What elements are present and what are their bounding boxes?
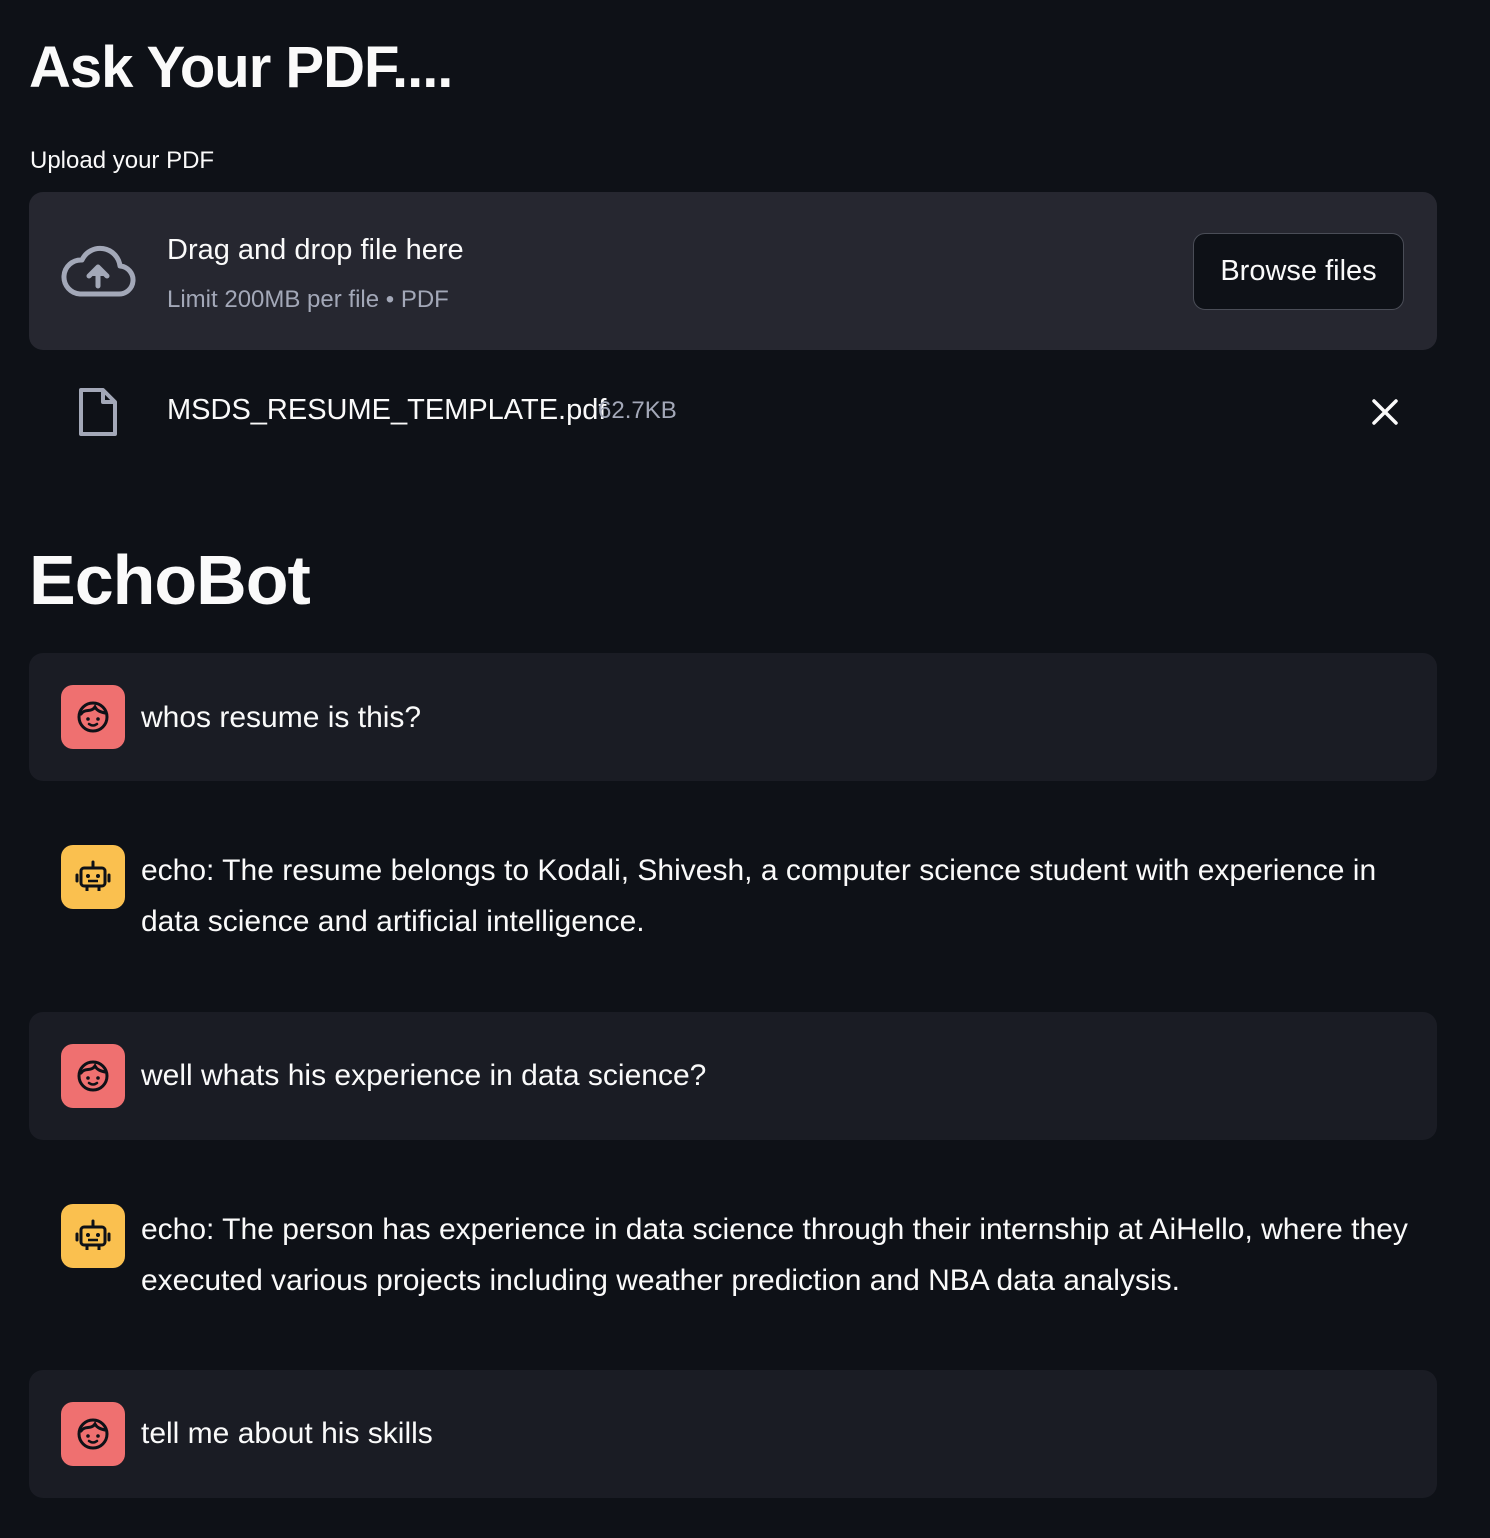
chat-title: EchoBot: [29, 541, 311, 619]
page-title: Ask Your PDF....: [29, 35, 453, 100]
dropzone-limit-text: Limit 200MB per file • PDF: [167, 286, 449, 313]
chat-message-assistant: echo: The person has experience in data …: [29, 1171, 1437, 1341]
bot-avatar: [61, 845, 125, 909]
chat-message-assistant: echo: The resume belongs to Kodali, Shiv…: [29, 812, 1437, 982]
user-avatar: [61, 685, 125, 749]
user-avatar: [61, 1402, 125, 1466]
message-text: echo: The resume belongs to Kodali, Shiv…: [141, 854, 1377, 938]
dropzone-title: Drag and drop file here: [167, 234, 464, 266]
chat-message-user: whos resume is this?: [29, 653, 1437, 781]
close-icon[interactable]: [1365, 392, 1405, 432]
app-page: Ask Your PDF.... Upload your PDF Drag an…: [0, 0, 1490, 1538]
file-icon: [79, 388, 117, 436]
browse-files-button[interactable]: Browse files: [1193, 233, 1404, 310]
robot-icon: [75, 860, 111, 891]
cloud-upload-icon: [61, 245, 136, 297]
upload-label: Upload your PDF: [30, 147, 215, 174]
uploaded-file-name: MSDS_RESUME_TEMPLATE.pdf: [167, 394, 607, 426]
bot-avatar: [61, 1204, 125, 1268]
message-text: tell me about his skills: [141, 1417, 433, 1450]
message-text: echo: The person has experience in data …: [141, 1213, 1408, 1297]
chat-message-user: tell me about his skills: [29, 1370, 1437, 1498]
robot-icon: [75, 1219, 111, 1250]
message-text: well whats his experience in data scienc…: [141, 1059, 707, 1092]
user-face-icon: [77, 1060, 109, 1092]
user-face-icon: [77, 1418, 109, 1450]
chat-message-user: well whats his experience in data scienc…: [29, 1012, 1437, 1140]
message-text: whos resume is this?: [141, 701, 422, 734]
user-avatar: [61, 1044, 125, 1108]
uploaded-file-size: 62.7KB: [598, 397, 677, 424]
user-face-icon: [77, 701, 109, 733]
